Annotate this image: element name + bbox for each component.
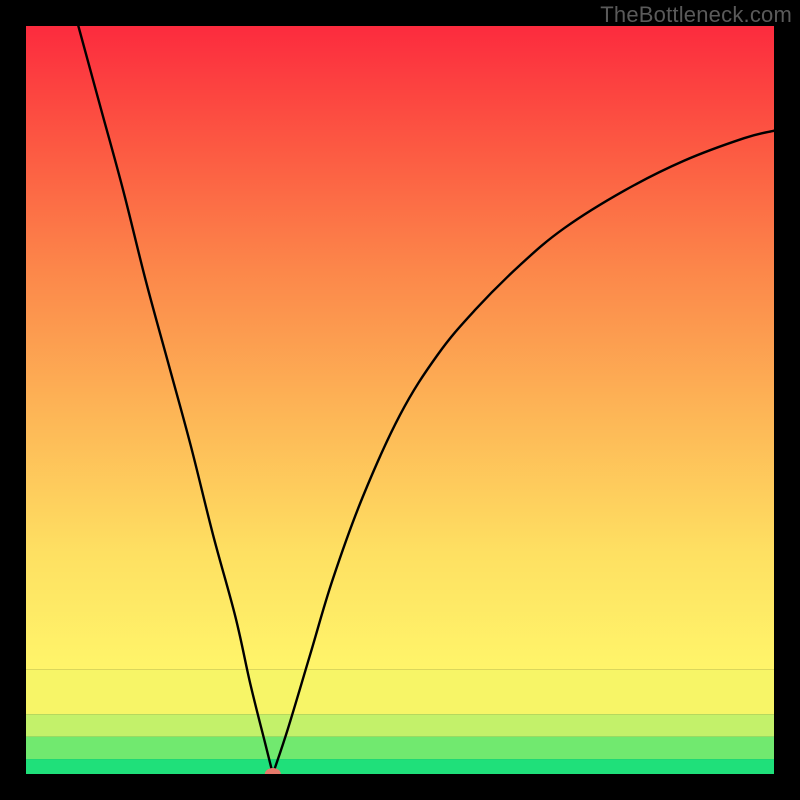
watermark-text: TheBottleneck.com xyxy=(600,2,792,28)
chart-svg xyxy=(26,26,774,774)
chart-frame: TheBottleneck.com xyxy=(0,0,800,800)
plot-area xyxy=(26,26,774,774)
background-bands xyxy=(26,26,774,774)
